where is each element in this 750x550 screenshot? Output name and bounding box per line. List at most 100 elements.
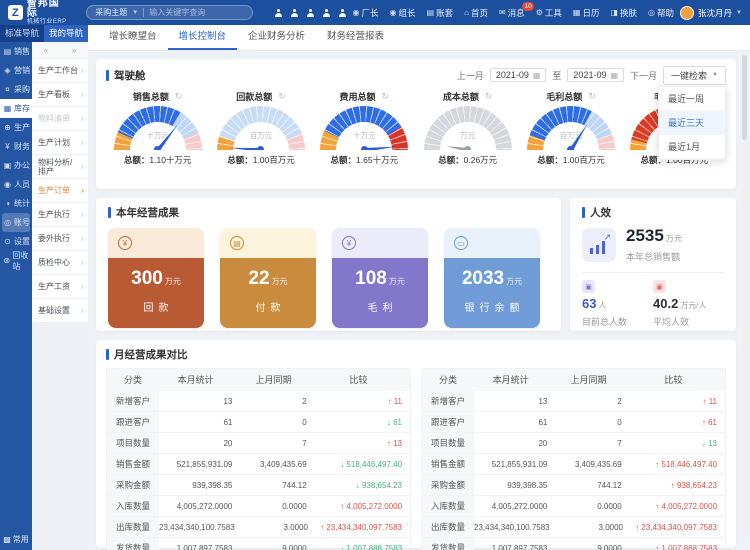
date-from-input[interactable]: 2021-09 ▦ xyxy=(490,68,547,82)
sidebar-submenu-item[interactable]: 生产订单 › xyxy=(32,179,88,202)
sidebar-module-item[interactable]: 财务 xyxy=(0,137,32,156)
quick-search-option[interactable]: 最近1月 xyxy=(659,135,725,159)
sidebar-module-item[interactable]: 生产 xyxy=(0,118,32,137)
sidebar-submenu-item[interactable]: 生产工资 › xyxy=(32,275,88,298)
topbar-menu-item[interactable]: 帮助 xyxy=(648,7,674,19)
user-menu[interactable]: 张沈月丹 ▼ xyxy=(680,6,742,20)
sidebar-module-item[interactable]: 销售 xyxy=(0,42,32,61)
next-month-button[interactable]: 下一月 xyxy=(630,69,657,82)
sidebar-module-item[interactable]: 采购 xyxy=(0,80,32,99)
efficiency-metric: ▣ 63人 目前总人数 xyxy=(582,280,653,328)
gauge-value: 总额：1.00百万元 xyxy=(227,154,295,166)
dashboard-tab[interactable]: 财务经营报表 xyxy=(316,25,395,50)
refresh-icon[interactable]: ↻ xyxy=(278,91,286,102)
quick-search-option[interactable]: 最近三天 xyxy=(659,111,725,135)
arrow-up-right-icon: ↗ xyxy=(603,232,611,243)
module-icon xyxy=(3,85,12,94)
gauge-title: 回款总额 xyxy=(236,90,272,103)
sidebar-submenu-item[interactable]: 委外执行 › xyxy=(32,227,88,250)
sidebar-submenu-item[interactable]: 生产看板 › xyxy=(32,83,88,106)
topbar-menu-item[interactable]: 工具 xyxy=(536,7,562,19)
collapse-right-icon[interactable]: » xyxy=(72,46,76,55)
nav-headers: 标准导航 我的导航 xyxy=(0,25,88,42)
gauge-value-number: 0.26万元 xyxy=(464,155,498,165)
chevron-right-icon: › xyxy=(81,162,84,171)
refresh-icon[interactable]: ↻ xyxy=(382,91,390,102)
sidebar-submenu-item[interactable]: 物料分析/排产 › xyxy=(32,155,88,178)
topbar-menu-item[interactable]: 换肤 xyxy=(610,7,637,19)
refresh-icon[interactable]: ↻ xyxy=(175,91,183,102)
chevron-right-icon: › xyxy=(81,306,84,315)
topbar-menu-item[interactable]: 账套 xyxy=(427,7,454,19)
topbar-menu-item[interactable]: 日历 xyxy=(573,7,600,19)
search-category-select[interactable]: 采购主题 xyxy=(95,7,127,18)
sidebar-submenu-item[interactable]: 质检中心 › xyxy=(32,251,88,274)
app-logo[interactable]: Z 智邦国际 机械行业ERP xyxy=(8,0,70,26)
gauge-hub xyxy=(257,146,264,150)
comparison-title: 月经营成果对比 xyxy=(106,347,726,362)
row-category: 跟进客户 xyxy=(107,412,159,432)
sidebar-module-item[interactable]: 回收站 xyxy=(0,251,32,270)
search-input[interactable] xyxy=(149,8,241,17)
result-unit: 万元 xyxy=(272,277,288,286)
dashboard-tab[interactable]: 增长瞭望台 xyxy=(98,25,168,50)
topbar-menu-label: 组长 xyxy=(399,7,416,19)
refresh-icon[interactable]: ↻ xyxy=(588,91,596,102)
user-icon[interactable] xyxy=(275,9,283,17)
sidebar-module-item[interactable]: 人员 xyxy=(0,175,32,194)
result-unit: 万元 xyxy=(506,277,522,286)
topbar-menu-item[interactable]: 组长 xyxy=(390,7,416,19)
standard-nav-header[interactable]: 标准导航 xyxy=(0,25,44,42)
topbar-menu-item[interactable]: 厂长 xyxy=(353,7,379,19)
scrollbar[interactable] xyxy=(742,55,747,542)
module-label: 生产 xyxy=(14,122,30,133)
sidebar-module-item[interactable]: 统计 xyxy=(0,194,32,213)
refresh-icon[interactable]: ↻ xyxy=(485,91,493,102)
sidebar-module-item[interactable]: 营销 xyxy=(0,61,32,80)
row-current: 23,434,340,100.7583 xyxy=(159,517,243,537)
sidebar-submenu-item[interactable]: 物料清单 › xyxy=(32,107,88,130)
row-current: 1,007,897.7583 xyxy=(474,538,555,550)
collapse-left-icon[interactable]: « xyxy=(44,46,48,55)
sidebar-module-item[interactable]: 库存 xyxy=(0,99,32,118)
row-category: 发货数量 xyxy=(422,538,474,550)
result-card-header xyxy=(220,228,316,258)
topbar-menu-icon xyxy=(464,8,469,17)
gauge-hub xyxy=(361,146,368,150)
quick-search-button[interactable]: 一键检索 ▼ xyxy=(663,66,726,85)
date-to-input[interactable]: 2021-09 ▦ xyxy=(567,68,624,82)
submenu-label: 物料清单 xyxy=(38,114,70,123)
user-icon[interactable] xyxy=(291,9,299,17)
gauge-unit: 百万元 xyxy=(217,130,305,141)
result-card: 108万元 毛利 xyxy=(332,228,428,328)
submenu-label: 物料分析/排产 xyxy=(38,158,78,176)
sidebar-submenu-item[interactable]: 生产执行 › xyxy=(32,203,88,226)
user-icon[interactable] xyxy=(323,9,331,17)
sidebar-module-item[interactable]: 账号 xyxy=(2,213,30,232)
col-header-diff: 比较 xyxy=(315,369,410,391)
sidebar-submenu-item[interactable]: 基础设置 › xyxy=(32,299,88,322)
topbar-menu-item[interactable]: 消息 10 xyxy=(499,7,525,19)
sidebar-favorites-button[interactable]: 常用 xyxy=(0,534,32,545)
module-label: 营销 xyxy=(14,65,30,76)
module-label: 采购 xyxy=(14,84,30,95)
scrollbar-thumb[interactable] xyxy=(742,55,747,140)
cockpit-title: 驾驶舱 xyxy=(106,68,146,83)
user-icon[interactable] xyxy=(307,9,315,17)
user-icon[interactable] xyxy=(339,9,347,17)
my-nav-header[interactable]: 我的导航 xyxy=(44,25,88,42)
topbar-menu-icon xyxy=(610,8,618,17)
sidebar-submenu-item[interactable]: 生产工作台 › xyxy=(32,59,88,82)
sidebar-module-item[interactable]: 设置 xyxy=(0,232,32,251)
quick-search-dropdown: 最近一周 最近三天 最近1月 xyxy=(658,86,726,160)
sidebar-submenu-item[interactable]: 生产计划 › xyxy=(32,131,88,154)
module-icon xyxy=(3,180,12,189)
module-icon xyxy=(3,161,12,170)
col-header-category: 分类 xyxy=(107,369,159,391)
sidebar-module-item[interactable]: 办公 xyxy=(0,156,32,175)
dashboard-tab[interactable]: 企业财务分析 xyxy=(237,25,316,50)
quick-search-option[interactable]: 最近一周 xyxy=(659,87,725,111)
topbar-menu-item[interactable]: 首页 xyxy=(464,7,488,19)
prev-month-button[interactable]: 上一月 xyxy=(457,69,484,82)
dashboard-tab[interactable]: 增长控制台 xyxy=(168,25,238,50)
